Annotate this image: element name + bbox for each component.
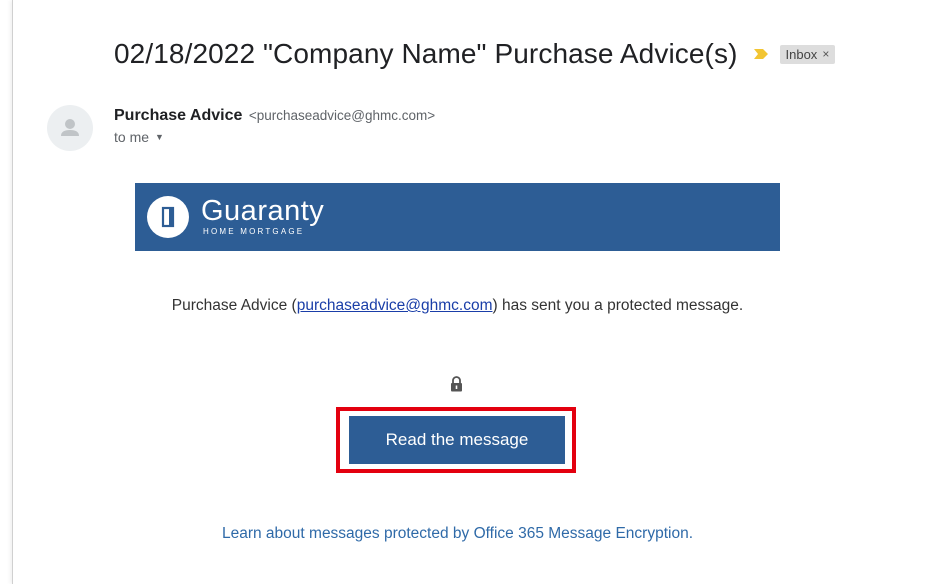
brand-banner: Guaranty HOME MORTGAGE bbox=[135, 183, 780, 251]
sender-avatar bbox=[47, 105, 93, 151]
remove-label-icon[interactable]: × bbox=[822, 47, 829, 61]
sender-email: <purchaseadvice@ghmc.com> bbox=[248, 108, 436, 123]
caret-down-icon[interactable]: ▼ bbox=[155, 132, 164, 142]
logo-wordmark: Guaranty bbox=[201, 195, 325, 227]
read-message-button[interactable]: Read the message bbox=[349, 416, 565, 464]
sender-email-link[interactable]: purchaseadvice@ghmc.com bbox=[297, 297, 493, 314]
lock-icon bbox=[451, 376, 462, 392]
inbox-label-chip: Inbox × bbox=[779, 44, 836, 64]
recipient-details-toggle[interactable]: to me ▼ bbox=[114, 129, 435, 145]
email-subject: 02/18/2022 "Company Name" Purchase Advic… bbox=[114, 38, 738, 69]
importance-marker-icon[interactable] bbox=[753, 49, 768, 59]
default-person-icon bbox=[61, 119, 79, 136]
sender-line: Purchase Advice <purchaseadvice@ghmc.com… bbox=[114, 107, 435, 125]
guaranty-logo-icon bbox=[147, 196, 189, 238]
sender-name[interactable]: Purchase Advice bbox=[114, 107, 242, 124]
protected-message-notice: Purchase Advice (purchaseadvice@ghmc.com… bbox=[135, 296, 780, 316]
learn-more-link[interactable]: Learn about messages protected by Office… bbox=[135, 525, 780, 543]
subject-row: 02/18/2022 "Company Name" Purchase Advic… bbox=[114, 38, 836, 70]
email-view bbox=[12, 0, 944, 584]
label-name: Inbox bbox=[785, 46, 818, 62]
recipient-label: to me bbox=[114, 129, 150, 145]
logo-subtitle: HOME MORTGAGE bbox=[203, 227, 305, 236]
sender-block: Purchase Advice <purchaseadvice@ghmc.com… bbox=[114, 107, 435, 145]
notice-suffix: ) has sent you a protected message. bbox=[492, 297, 744, 314]
notice-prefix: Purchase Advice ( bbox=[171, 297, 297, 314]
